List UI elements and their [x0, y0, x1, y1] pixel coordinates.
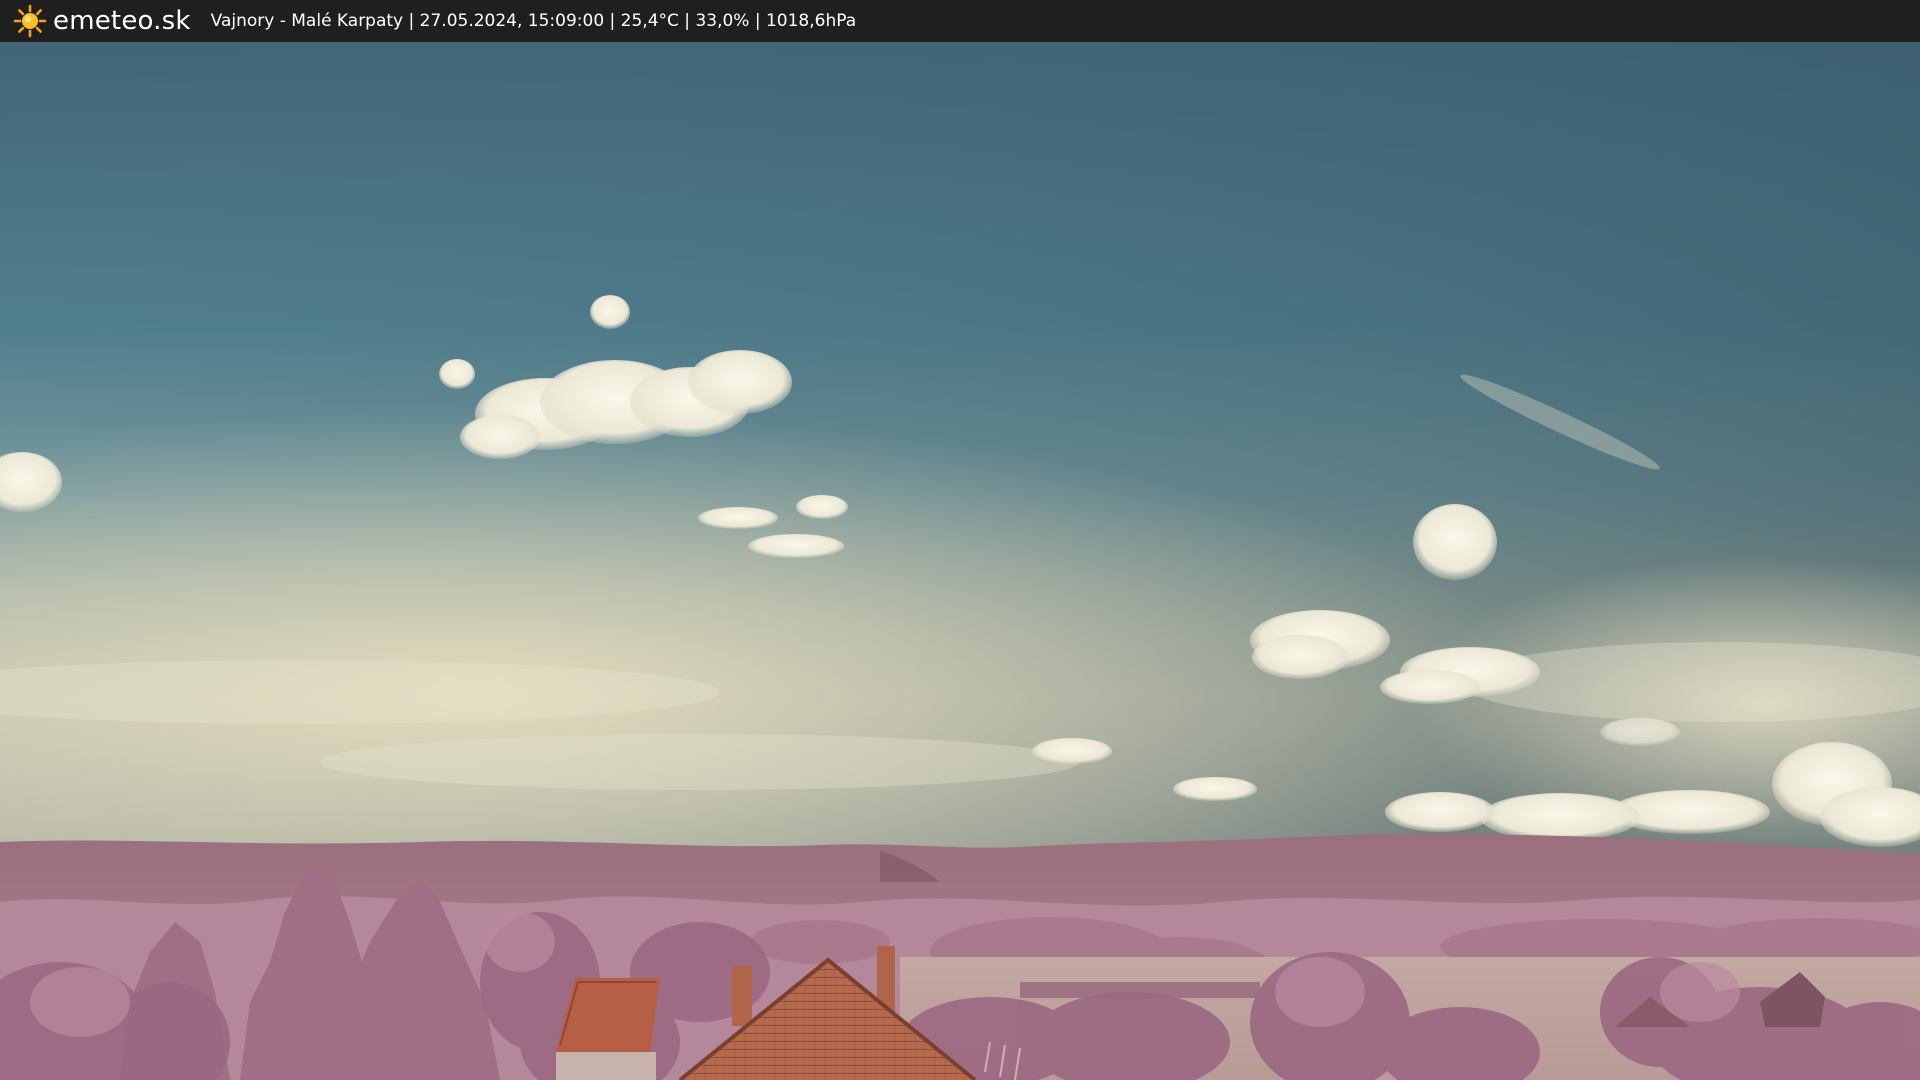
- caption-bar: emeteo.sk Vajnory - Malé Karpaty | 27.05…: [0, 0, 1920, 42]
- sun-icon: [13, 4, 47, 38]
- webcam-landscape-image: [0, 42, 1920, 1080]
- webcam-frame: emeteo.sk Vajnory - Malé Karpaty | 27.05…: [0, 0, 1920, 1080]
- house-left: [556, 978, 660, 1080]
- site-brand[interactable]: emeteo.sk: [53, 6, 191, 36]
- station-caption: Vajnory - Malé Karpaty | 27.05.2024, 15:…: [210, 11, 857, 31]
